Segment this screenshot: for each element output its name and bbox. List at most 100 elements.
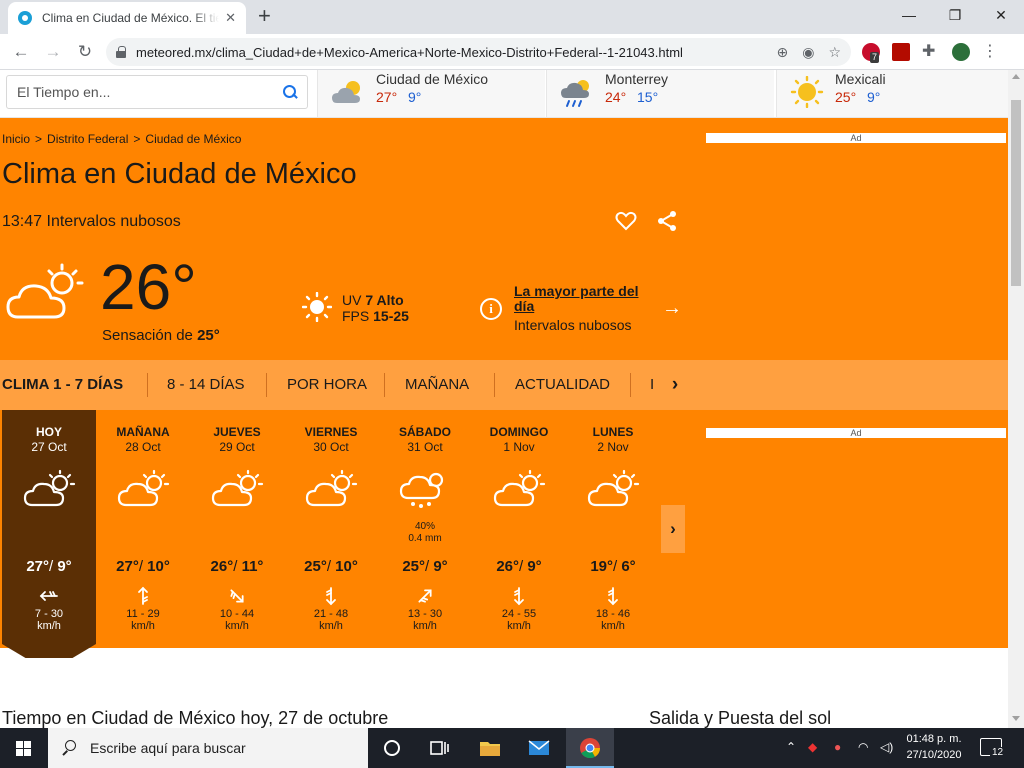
forecast-day[interactable]: JUEVES 29 Oct 26°/ 11° 10 - 44 km/h <box>190 410 284 648</box>
forecast-day-name: LUNES <box>592 425 634 439</box>
network-warning-icon[interactable]: ● <box>834 740 841 754</box>
taskbar-search[interactable]: Escribe aquí para buscar <box>48 728 368 768</box>
most-of-day-link[interactable]: La mayor parte del día <box>514 284 648 314</box>
taskbar-clock[interactable]: 01:48 p. m. 27/10/2020 <box>900 731 968 763</box>
browser-tab[interactable]: Clima en Ciudad de México. El tiempo ✕ <box>8 2 246 34</box>
city-name: Ciudad de México <box>376 71 489 87</box>
forecast-date: 30 Oct <box>313 440 349 454</box>
forecast-date: 31 Oct <box>407 440 443 454</box>
close-window-icon[interactable]: ✕ <box>978 4 1024 26</box>
extensions-icon[interactable]: ✚ <box>922 43 940 61</box>
reload-icon[interactable]: ↻ <box>74 41 96 63</box>
eye-off-icon[interactable]: ◉ <box>802 44 814 61</box>
city-name: Monterrey <box>605 71 669 87</box>
file-explorer-icon[interactable] <box>478 736 502 760</box>
city-max-temp: 27° <box>376 89 398 105</box>
scroll-up-icon[interactable] <box>1012 74 1020 79</box>
new-tab-icon[interactable]: + <box>258 5 271 27</box>
share-icon[interactable] <box>655 209 679 233</box>
forecast-max: 27° <box>26 558 49 575</box>
wind-unit: km/h <box>319 620 343 632</box>
city-max-temp: 25° <box>835 89 857 105</box>
forecast-date: 1 Nov <box>503 440 535 454</box>
forecast-max: 25° <box>304 558 327 575</box>
tab-8-14-days[interactable]: 8 - 14 DÍAS <box>167 376 245 393</box>
tab-divider <box>630 373 631 397</box>
tab-hourly[interactable]: POR HORA <box>287 376 367 393</box>
antivirus-icon[interactable]: ◆ <box>808 740 817 754</box>
forecast-next-icon[interactable]: › <box>661 505 685 553</box>
pdf-icon[interactable] <box>892 43 910 61</box>
search-icon[interactable] <box>283 85 297 99</box>
forecast-day[interactable]: LUNES 2 Nov 19°/ 6° 18 - 46 km/h <box>566 410 660 648</box>
current-time: 13:47 <box>2 213 43 230</box>
add-icon[interactable]: ⊕ <box>776 44 788 61</box>
arrow-right-icon[interactable]: → <box>662 297 682 320</box>
breadcrumb: Inicio > Distrito Federal > Ciudad de México <box>2 132 242 146</box>
volume-icon[interactable]: ◁) <box>880 740 893 754</box>
uv-fps-info: UV 7 Alto FPS 15-25 <box>342 292 409 324</box>
current-temperature: 26° <box>100 251 197 323</box>
forecast-day[interactable]: HOY 27 Oct 27°/ 9° 7 - 30 km/h <box>2 410 96 658</box>
wind-speed: 7 - 30 <box>34 608 64 620</box>
wind-unit: km/h <box>225 620 249 632</box>
back-icon[interactable]: ← <box>10 41 32 63</box>
forecast-day-name: HOY <box>35 425 62 439</box>
forward-icon[interactable]: → <box>42 41 64 63</box>
forecast-day[interactable]: SÁBADO 31 Oct 40% 0.4 mm 25°/ 9° 13 - 30 km/h <box>378 410 472 648</box>
tab-1-7-days[interactable]: CLIMA 1 - 7 DÍAS <box>2 376 123 393</box>
heart-icon[interactable] <box>614 209 638 233</box>
close-tab-icon[interactable]: ✕ <box>225 10 236 26</box>
breadcrumb-state[interactable]: Distrito Federal <box>47 132 128 146</box>
sun-icon <box>790 76 824 108</box>
city-search[interactable] <box>6 75 308 109</box>
city-search-input[interactable] <box>17 84 283 100</box>
scroll-down-icon[interactable] <box>1012 716 1020 721</box>
profile-avatar-icon[interactable] <box>952 43 970 61</box>
task-view-icon[interactable] <box>428 736 452 760</box>
breadcrumb-home[interactable]: Inicio <box>2 132 30 146</box>
forecast-min: 9° <box>57 558 72 575</box>
browser-menu-icon[interactable]: ⋮ <box>982 43 1000 61</box>
info-icon[interactable]: i <box>480 298 502 320</box>
address-bar[interactable]: meteored.mx/clima_Ciudad+de+Mexico-Ameri… <box>106 38 851 66</box>
forecast-temps: 19°/ 6° <box>590 558 636 575</box>
tab-more[interactable]: I <box>650 376 654 393</box>
adblock-icon[interactable]: 7 <box>862 43 880 63</box>
forecast-day[interactable]: MAÑANA 28 Oct 27°/ 10° 11 - 29 km/h <box>96 410 190 648</box>
city-card-ciudad-de-mexico[interactable]: Ciudad de México 27° 9° <box>317 70 545 117</box>
partly-cloudy-icon <box>6 263 84 319</box>
tab-now[interactable]: ACTUALIDAD <box>515 376 610 393</box>
partly-cloudy-icon <box>23 469 76 507</box>
city-min-temp: 9° <box>867 89 881 105</box>
tabs-next-icon[interactable]: › <box>660 361 690 409</box>
forecast-day[interactable]: DOMINGO 1 Nov 26°/ 9° 24 - 55 km/h <box>472 410 566 648</box>
maximize-icon[interactable]: ❐ <box>932 4 978 26</box>
tab-tomorrow[interactable]: MAÑANA <box>405 376 469 393</box>
wifi-icon[interactable]: ◠ <box>858 740 868 754</box>
city-min-temp: 15° <box>637 89 659 105</box>
city-card-monterrey[interactable]: Monterrey 24° 15° <box>546 70 774 117</box>
windows-start-icon[interactable] <box>0 728 48 768</box>
ad-placeholder[interactable]: Ad <box>706 133 1006 143</box>
wind-speed: 10 - 44 <box>219 608 255 620</box>
lock-icon[interactable] <box>116 46 126 58</box>
star-icon[interactable]: ☆ <box>828 44 841 61</box>
mail-icon[interactable] <box>527 736 551 760</box>
forecast-day-name: VIERNES <box>304 425 358 439</box>
forecast-tabs: CLIMA 1 - 7 DÍAS 8 - 14 DÍAS POR HORA MA… <box>0 360 1008 410</box>
forecast-day-name: DOMINGO <box>489 425 549 439</box>
forecast-max: 26° <box>496 558 519 575</box>
minimize-icon[interactable]: — <box>886 4 932 26</box>
page-scrollbar[interactable] <box>1008 70 1024 728</box>
wind-unit: km/h <box>413 620 437 632</box>
tray-overflow-icon[interactable]: ⌃ <box>786 740 796 754</box>
ad-placeholder[interactable]: Ad <box>706 428 1006 438</box>
page-title: Clima en Ciudad de México <box>2 158 357 190</box>
forecast-day[interactable]: VIERNES 30 Oct 25°/ 10° 21 - 48 km/h <box>284 410 378 648</box>
forecast-day-name: MAÑANA <box>116 425 170 439</box>
chrome-icon[interactable] <box>578 736 602 760</box>
city-card-mexicali[interactable]: Mexicali 25° 9° <box>776 70 1008 117</box>
cortana-icon[interactable] <box>380 736 404 760</box>
scroll-thumb[interactable] <box>1011 100 1021 286</box>
